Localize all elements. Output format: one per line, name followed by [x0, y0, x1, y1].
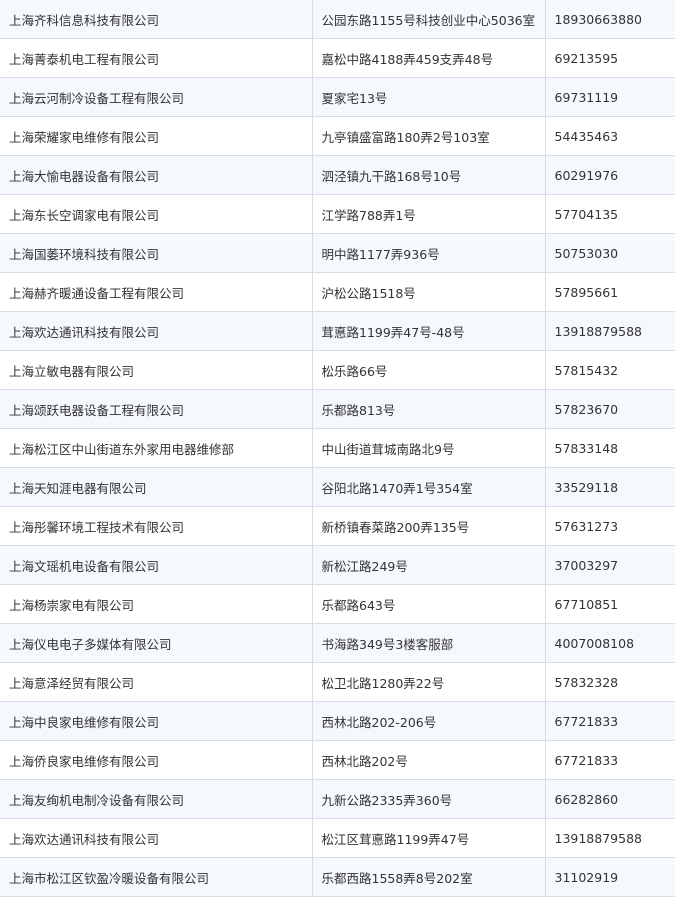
- address-cell: 夏家宅13号: [311, 77, 546, 117]
- company-name-cell: 上海仪电电子多媒体有限公司: [0, 623, 313, 663]
- company-name-cell: 上海中良家电维修有限公司: [0, 701, 313, 741]
- address-cell: 中山街道茸城南路北9号: [311, 428, 546, 468]
- phone-cell: 57833148: [544, 428, 675, 468]
- table-row: 上海齐科信息科技有限公司 公园东路1155号科技创业中心5036室 18930663…: [0, 0, 675, 39]
- company-name-cell: 上海颂跃电器设备工程有限公司: [0, 389, 313, 429]
- address-cell: 西林北路202-206号: [311, 701, 546, 741]
- company-name-cell: 上海文瑶机电设备有限公司: [0, 545, 313, 585]
- address-cell: 乐都路813号: [311, 389, 546, 429]
- table-body: 上海齐科信息科技有限公司 公园东路1155号科技创业中心5036室 18930663…: [0, 0, 675, 897]
- company-name-cell: 上海齐科信息科技有限公司: [0, 0, 313, 39]
- table-row: 上海天知涯电器有限公司 谷阳北路1470弄1号354室 33529118: [0, 467, 675, 507]
- table-row: 上海文瑶机电设备有限公司 新松江路249号 37003297: [0, 545, 675, 585]
- phone-cell: 57823670: [544, 389, 675, 429]
- phone-cell: 67721833: [544, 701, 675, 741]
- address-cell: 嘉松中路4188弄459支弄48号: [311, 38, 546, 78]
- address-cell: 九亭镇盛富路180弄2号103室: [311, 116, 546, 156]
- address-cell: 沪松公路1518号: [311, 272, 546, 312]
- company-name-cell: 上海东长空调家电有限公司: [0, 194, 313, 234]
- table-row: 上海国萎环境科技有限公司 明中路1177弄936号 50753030: [0, 233, 675, 273]
- address-cell: 新桥镇春菜路200弄135号: [311, 506, 546, 546]
- company-name-cell: 上海云河制冷设备工程有限公司: [0, 77, 313, 117]
- table-row: 上海欢达通讯科技有限公司 松江区茸悳路1199弄47号 13918879588: [0, 818, 675, 858]
- company-name-cell: 上海意泽经贸有限公司: [0, 662, 313, 702]
- table-row: 上海友绚机电制冷设备有限公司 九新公路2335弄360号 66282860: [0, 779, 675, 819]
- company-name-cell: 上海松江区中山街道东外家用电器维修部: [0, 428, 313, 468]
- table-row: 上海中良家电维修有限公司 西林北路202-206号 67721833: [0, 701, 675, 741]
- phone-cell: 13918879588: [544, 311, 675, 351]
- address-cell: 乐都路643号: [311, 584, 546, 624]
- address-cell: 松江区茸悳路1199弄47号: [311, 818, 546, 858]
- address-cell: 新松江路249号: [311, 545, 546, 585]
- address-cell: 江学路788弄1号: [311, 194, 546, 234]
- phone-cell: 37003297: [544, 545, 675, 585]
- company-name-cell: 上海天知涯电器有限公司: [0, 467, 313, 507]
- company-name-cell: 上海杨崇家电有限公司: [0, 584, 313, 624]
- company-name-cell: 上海大愉电器设备有限公司: [0, 155, 313, 195]
- address-cell: 泗泾镇九干路168号10号: [311, 155, 546, 195]
- table-row: 上海东长空调家电有限公司 江学路788弄1号 57704135: [0, 194, 675, 234]
- company-name-cell: 上海菁泰机电工程有限公司: [0, 38, 313, 78]
- table-row: 上海颂跃电器设备工程有限公司 乐都路813号 57823670: [0, 389, 675, 429]
- phone-cell: 69213595: [544, 38, 675, 78]
- table-row: 上海松江区中山街道东外家用电器维修部 中山街道茸城南路北9号 57833148: [0, 428, 675, 468]
- address-cell: 明中路1177弄936号: [311, 233, 546, 273]
- table-row: 上海彤馨环境工程技术有限公司 新桥镇春菜路200弄135号 57631273: [0, 506, 675, 546]
- address-cell: 西林北路202号: [311, 740, 546, 780]
- company-name-cell: 上海欢达通讯科技有限公司: [0, 311, 313, 351]
- phone-cell: 57815432: [544, 350, 675, 390]
- address-cell: 乐都西路1558弄8号202室: [311, 857, 546, 897]
- table-row: 上海云河制冷设备工程有限公司 夏家宅13号 69731119: [0, 77, 675, 117]
- table-row: 上海意泽经贸有限公司 松卫北路1280弄22号 57832328: [0, 662, 675, 702]
- company-name-cell: 上海彤馨环境工程技术有限公司: [0, 506, 313, 546]
- company-directory-table: 上海齐科信息科技有限公司 公园东路1155号科技创业中心5036室 18930663…: [0, 0, 675, 897]
- company-name-cell: 上海荣耀家电维修有限公司: [0, 116, 313, 156]
- company-name-cell: 上海侨良家电维修有限公司: [0, 740, 313, 780]
- phone-cell: 67710851: [544, 584, 675, 624]
- phone-cell: 4007008108: [544, 623, 675, 663]
- address-cell: 松卫北路1280弄22号: [311, 662, 546, 702]
- phone-cell: 57832328: [544, 662, 675, 702]
- company-name-cell: 上海立敏电器有限公司: [0, 350, 313, 390]
- table-row: 上海杨崇家电有限公司 乐都路643号 67710851: [0, 584, 675, 624]
- company-name-cell: 上海友绚机电制冷设备有限公司: [0, 779, 313, 819]
- company-name-cell: 上海赫齐暖通设备工程有限公司: [0, 272, 313, 312]
- address-cell: 书海路349号3楼客服部: [311, 623, 546, 663]
- address-cell: 九新公路2335弄360号: [311, 779, 546, 819]
- table-row: 上海荣耀家电维修有限公司 九亭镇盛富路180弄2号103室 54435463: [0, 116, 675, 156]
- company-name-cell: 上海国萎环境科技有限公司: [0, 233, 313, 273]
- address-cell: 公园东路1155号科技创业中心5036室: [311, 0, 546, 39]
- table-row: 上海欢达通讯科技有限公司 茸悳路1199弄47号-48号 13918879588: [0, 311, 675, 351]
- phone-cell: 60291976: [544, 155, 675, 195]
- address-cell: 谷阳北路1470弄1号354室: [311, 467, 546, 507]
- table-row: 上海市松江区钦盈冷暖设备有限公司 乐都西路1558弄8号202室 31102919: [0, 857, 675, 897]
- phone-cell: 18930663880: [544, 0, 675, 39]
- phone-cell: 13918879588: [544, 818, 675, 858]
- phone-cell: 67721833: [544, 740, 675, 780]
- phone-cell: 54435463: [544, 116, 675, 156]
- table-row: 上海立敏电器有限公司 松乐路66号 57815432: [0, 350, 675, 390]
- phone-cell: 57704135: [544, 194, 675, 234]
- table-row: 上海仪电电子多媒体有限公司 书海路349号3楼客服部 4007008108: [0, 623, 675, 663]
- company-name-cell: 上海欢达通讯科技有限公司: [0, 818, 313, 858]
- phone-cell: 50753030: [544, 233, 675, 273]
- phone-cell: 57895661: [544, 272, 675, 312]
- address-cell: 松乐路66号: [311, 350, 546, 390]
- phone-cell: 31102919: [544, 857, 675, 897]
- table-row: 上海侨良家电维修有限公司 西林北路202号 67721833: [0, 740, 675, 780]
- table-row: 上海大愉电器设备有限公司 泗泾镇九干路168号10号 60291976: [0, 155, 675, 195]
- company-name-cell: 上海市松江区钦盈冷暖设备有限公司: [0, 857, 313, 897]
- table-row: 上海赫齐暖通设备工程有限公司 沪松公路1518号 57895661: [0, 272, 675, 312]
- phone-cell: 57631273: [544, 506, 675, 546]
- table-row: 上海菁泰机电工程有限公司 嘉松中路4188弄459支弄48号 69213595: [0, 38, 675, 78]
- address-cell: 茸悳路1199弄47号-48号: [311, 311, 546, 351]
- phone-cell: 33529118: [544, 467, 675, 507]
- phone-cell: 69731119: [544, 77, 675, 117]
- phone-cell: 66282860: [544, 779, 675, 819]
